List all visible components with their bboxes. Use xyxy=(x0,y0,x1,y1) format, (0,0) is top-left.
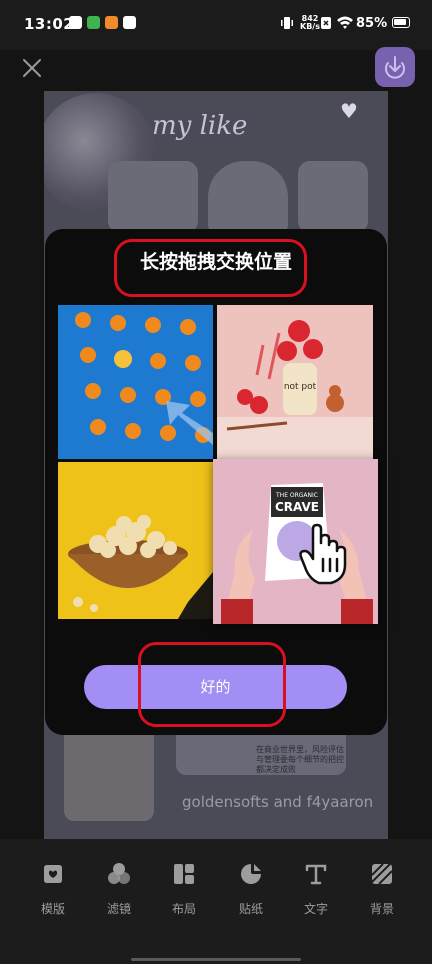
tool-background[interactable]: 背景 xyxy=(353,861,411,917)
bag-label: CRAVE xyxy=(275,500,319,514)
photo-popcorn[interactable] xyxy=(58,462,213,619)
bag-brand: THE ORGANIC xyxy=(275,492,318,499)
strawberries-image: not pot xyxy=(217,320,373,459)
mail-icon xyxy=(69,16,82,29)
annotation-ring-title xyxy=(114,239,307,297)
tool-label: 滤镜 xyxy=(106,902,131,916)
download-icon xyxy=(385,56,405,79)
wifi-icon xyxy=(337,16,353,29)
filter-icon xyxy=(108,863,130,884)
tool-template[interactable]: 模版 xyxy=(24,861,82,917)
app-notification-icon xyxy=(87,16,100,29)
status-time: 13:02 xyxy=(24,15,75,33)
jar-label: not pot xyxy=(284,382,317,392)
app-notification-icon xyxy=(105,16,118,29)
sticker-icon xyxy=(241,864,261,884)
text-icon xyxy=(305,864,327,885)
tool-label: 贴纸 xyxy=(238,902,263,916)
screen-tile xyxy=(208,161,288,233)
collage-credit: goldensofts and f4yaaron xyxy=(182,793,374,811)
home-indicator[interactable] xyxy=(131,958,301,961)
crave-image: THE ORGANIC CRAVE xyxy=(221,483,373,624)
photo-crave[interactable]: THE ORGANIC CRAVE xyxy=(213,459,378,624)
photo-oranges[interactable] xyxy=(58,305,213,459)
tool-label: 文字 xyxy=(303,902,328,916)
tool-label: 背景 xyxy=(369,902,394,916)
download-button[interactable] xyxy=(375,47,415,87)
screen-tile xyxy=(108,161,198,233)
heart-icon: ♥ xyxy=(340,99,358,123)
collage-title: my like xyxy=(152,111,248,141)
tool-text[interactable]: 文字 xyxy=(287,861,345,917)
photo-strawberries[interactable]: not pot xyxy=(217,305,373,459)
template-icon xyxy=(44,865,62,883)
status-bar: 13:02 842 KB/s 85% xyxy=(0,0,432,50)
bottom-toolbar: 模版 滤镜 布局 贴纸 文字 背景 xyxy=(0,839,432,964)
tool-label: 模版 xyxy=(40,902,65,916)
tool-layout[interactable]: 布局 xyxy=(155,861,213,917)
net-speed: 842 KB/s xyxy=(300,15,320,31)
background-icon xyxy=(371,863,393,885)
battery-icon xyxy=(392,17,410,28)
sim-icon xyxy=(321,17,331,29)
popcorn-image xyxy=(68,515,213,619)
tool-label: 布局 xyxy=(171,902,196,916)
screen-tile xyxy=(298,161,368,233)
annotation-ring-button xyxy=(138,642,286,727)
close-icon[interactable] xyxy=(16,52,48,84)
tool-filter[interactable]: 滤镜 xyxy=(90,861,148,917)
tool-sticker[interactable]: 贴纸 xyxy=(222,861,280,917)
vibrate-icon xyxy=(281,17,293,29)
layout-icon xyxy=(174,864,194,884)
battery-level: 85% xyxy=(356,16,388,31)
net-speed-unit: KB/s xyxy=(300,22,320,31)
collage-screens xyxy=(108,161,368,233)
oranges-image xyxy=(75,312,213,445)
collage-note: 在商业世界里，风险评估与管理委每个细节的把控都决定成败 xyxy=(256,745,344,774)
app-notification-icon xyxy=(123,16,136,29)
